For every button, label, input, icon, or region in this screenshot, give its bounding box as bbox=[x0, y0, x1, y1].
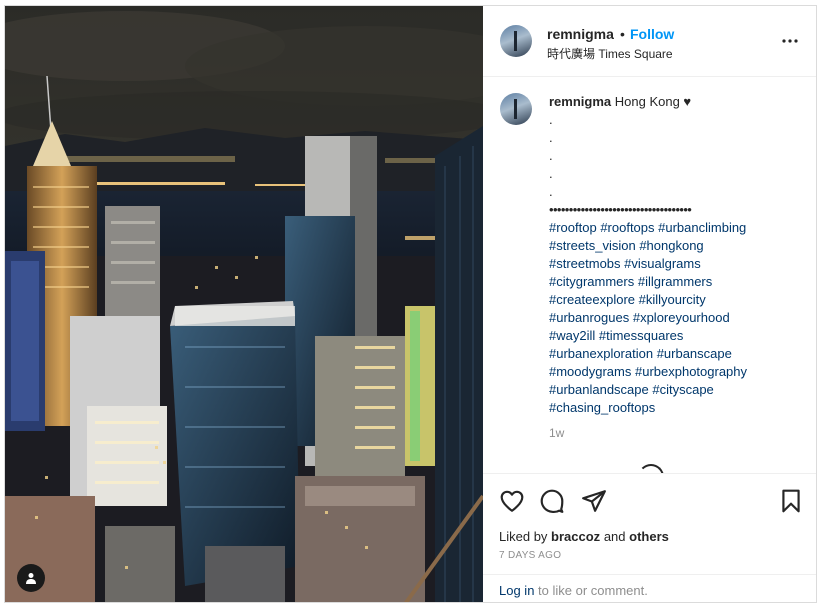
caption-dot: . bbox=[549, 148, 553, 163]
caption-text: remnigma Hong Kong ♥ . . . . . •••••••••… bbox=[549, 93, 804, 417]
liked-by-others[interactable]: others bbox=[629, 529, 669, 544]
user-tag-button[interactable] bbox=[17, 564, 45, 592]
like-button[interactable] bbox=[499, 488, 525, 514]
more-horizontal-icon bbox=[782, 39, 798, 43]
hashtag-line[interactable]: #chasing_rooftops bbox=[549, 399, 804, 417]
share-button[interactable] bbox=[581, 488, 607, 514]
post-side-panel: remnigma • Follow 時代廣場 Times Square remn… bbox=[483, 6, 816, 602]
hashtag-line[interactable]: #way2ill #timessquares bbox=[549, 327, 804, 345]
caption-dot: . bbox=[549, 166, 553, 181]
city-night-photo bbox=[5, 6, 483, 602]
liked-by-prefix: Liked by bbox=[499, 529, 548, 544]
loading-spinner-icon bbox=[638, 464, 664, 473]
post-actions: Liked by braccoz and others 7 DAYS AGO L… bbox=[483, 473, 816, 602]
hashtag-line[interactable]: #urbanrogues #xploreyourhood bbox=[549, 309, 804, 327]
liked-by-and: and bbox=[603, 529, 626, 544]
login-prompt: Log in to like or comment. bbox=[499, 583, 648, 598]
comment-login-bar: Log in to like or comment. bbox=[483, 574, 816, 602]
hashtag-line[interactable]: #urbanlandscape #cityscape bbox=[549, 381, 804, 399]
hashtag-line[interactable]: #citygrammers #illgrammers bbox=[549, 273, 804, 291]
hashtag-line[interactable]: #moodygrams #urbexphotography bbox=[549, 363, 804, 381]
caption-dot: . bbox=[549, 112, 553, 127]
liked-by-user[interactable]: braccoz bbox=[551, 529, 600, 544]
hashtag-line[interactable]: #streets_vision #hongkong bbox=[549, 237, 804, 255]
more-options-button[interactable] bbox=[780, 31, 800, 51]
location-link[interactable]: 時代廣場 Times Square bbox=[547, 45, 673, 62]
post-header: remnigma • Follow 時代廣場 Times Square bbox=[483, 6, 816, 77]
heart-icon bbox=[500, 490, 524, 512]
post-date[interactable]: 7 DAYS AGO bbox=[499, 550, 561, 561]
caption-timestamp[interactable]: 1w bbox=[549, 426, 564, 440]
caption-section: remnigma Hong Kong ♥ . . . . . •••••••••… bbox=[483, 77, 816, 473]
follow-button[interactable]: Follow bbox=[630, 26, 674, 42]
avatar[interactable] bbox=[500, 25, 532, 57]
caption-dot: . bbox=[549, 184, 553, 199]
share-icon bbox=[582, 490, 606, 512]
comment-button[interactable] bbox=[539, 488, 565, 514]
hashtag-line[interactable]: #rooftop #rooftops #urbanclimbing bbox=[549, 219, 804, 237]
hashtag-line[interactable]: #urbanexploration #urbanscape bbox=[549, 345, 804, 363]
caption-dot: . bbox=[549, 130, 553, 145]
header-separator: • bbox=[620, 26, 625, 42]
caption-username[interactable]: remnigma bbox=[549, 94, 611, 109]
caption-divider: •••••••••••••••••••••••••••••••••••• bbox=[549, 202, 692, 217]
caption-avatar[interactable] bbox=[500, 93, 532, 125]
post-photo[interactable] bbox=[5, 6, 483, 602]
hashtag-line[interactable]: #createexplore #killyourcity bbox=[549, 291, 804, 309]
login-suffix: to like or comment. bbox=[538, 583, 648, 598]
header-username[interactable]: remnigma bbox=[547, 26, 614, 42]
caption-title: Hong Kong ♥ bbox=[614, 94, 692, 109]
comment-icon bbox=[540, 489, 564, 514]
hashtag-line[interactable]: #streetmobs #visualgrams bbox=[549, 255, 804, 273]
likes-summary: Liked by braccoz and others bbox=[499, 529, 669, 544]
save-button[interactable] bbox=[778, 488, 804, 514]
user-tag-icon bbox=[26, 573, 36, 584]
bookmark-icon bbox=[782, 489, 800, 513]
login-link[interactable]: Log in bbox=[499, 583, 534, 598]
post-dialog: remnigma • Follow 時代廣場 Times Square remn… bbox=[4, 5, 817, 603]
